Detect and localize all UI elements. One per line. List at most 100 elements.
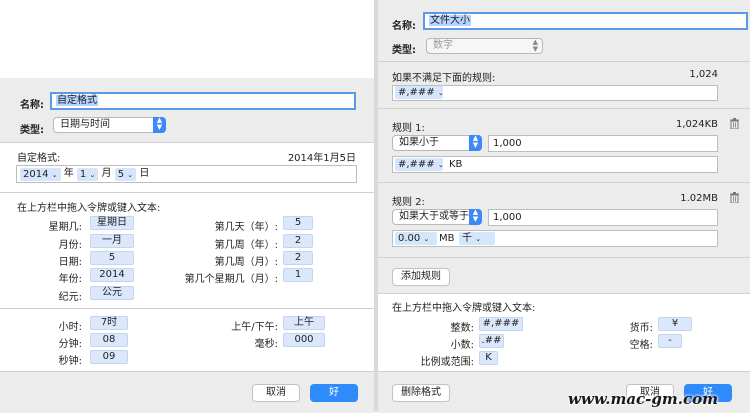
time-tokens-section: 小时: 7时 分钟: 08 秒钟: 09 上午/下午: 上午 毫秒: 000	[0, 309, 374, 371]
left-blank-area	[0, 0, 374, 78]
chevron-updown-icon: ▲ ▼	[532, 38, 538, 53]
format-field[interactable]: 2014 ⌄ 年 1 ⌄ 月 5 ⌄ 日	[16, 165, 357, 183]
token-label: 第几周（月）:	[214, 257, 278, 268]
delete-format-button[interactable]: 删除格式	[392, 384, 450, 402]
type-label: 类型:	[392, 45, 416, 56]
rule1-format-field[interactable]: #,### ⌄ KB	[392, 156, 718, 173]
weekday-of-month-token[interactable]: 1	[283, 268, 313, 282]
token-label: 月份:	[58, 240, 82, 251]
token-label: 年份:	[58, 274, 82, 285]
rule1-preview: 1,024KB	[675, 119, 718, 130]
else-label: 如果不满足下面的规则:	[392, 73, 496, 84]
rule1-condition-popup[interactable]: 如果小于 ▲ ▼	[392, 135, 482, 151]
day-unit: 日	[139, 168, 150, 179]
drag-hint: 在上方栏中拖入令牌或键入文本:	[392, 303, 536, 314]
token-label: 第几天（年）:	[214, 222, 278, 233]
name-field[interactable]: 文件大小	[423, 12, 748, 30]
cancel-button[interactable]: 取消	[252, 384, 300, 402]
divider	[378, 108, 750, 109]
rule1-value: 1,000	[493, 138, 522, 149]
integer-format-token[interactable]: #,### ⌄	[395, 86, 444, 99]
add-rule-button[interactable]: 添加规则	[392, 268, 450, 286]
day-token[interactable]: 5 ⌄	[114, 168, 137, 181]
decimal-format-token[interactable]: 0.00 ⌄	[395, 232, 437, 245]
name-label: 名称:	[392, 21, 416, 32]
rule2-title: 规则 2:	[392, 197, 425, 208]
hour-token[interactable]: 7时	[90, 316, 128, 330]
space-token[interactable]: -	[658, 334, 682, 348]
else-format-field[interactable]: #,### ⌄	[392, 85, 718, 101]
divider	[378, 61, 750, 62]
rule1-title: 规则 1:	[392, 123, 425, 134]
token-label: 第几个星期几（月）:	[184, 274, 278, 285]
chevron-updown-icon: ▲ ▼	[153, 117, 166, 133]
rule2-preview: 1.02MB	[680, 193, 718, 204]
currency-token[interactable]: ¥	[658, 317, 692, 331]
date-tokens-section: 在上方栏中拖入令牌或键入文本: 星期几: 星期日 月份: 一月 日期: 5 年份…	[0, 193, 374, 308]
token-label: 小时:	[58, 322, 82, 333]
name-field[interactable]: 自定格式	[50, 92, 356, 110]
type-label: 类型:	[20, 125, 44, 136]
token-label: 整数:	[450, 323, 474, 334]
token-label: 星期几:	[48, 222, 82, 233]
number-tokens-section: 在上方栏中拖入令牌或键入文本: 整数: #,### 小数: .## 比例或范围:…	[378, 293, 750, 372]
ampm-token[interactable]: 上午	[283, 316, 325, 330]
token-label: 比例或范围:	[420, 357, 474, 368]
rule2-condition-popup[interactable]: 如果大于或等于 ▲ ▼	[392, 209, 482, 225]
minute-token[interactable]: 08	[90, 333, 128, 347]
month-unit: 月	[101, 168, 112, 179]
divider	[378, 257, 750, 258]
token-label: 毫秒:	[254, 339, 278, 350]
rule2-value: 1,000	[493, 212, 522, 223]
year-token[interactable]: 2014 ⌄	[20, 168, 61, 181]
watermark: www.mac-gm.com	[568, 390, 718, 408]
type-popup[interactable]: 日期与时间 ▲ ▼	[53, 117, 166, 133]
name-label: 名称:	[20, 100, 44, 111]
rule1-condition: 如果小于	[399, 137, 439, 148]
token-label: 上午/下午:	[231, 322, 278, 333]
scale-token[interactable]: 千 ⌄	[459, 232, 495, 245]
trash-icon[interactable]	[730, 118, 739, 129]
day-of-year-token[interactable]: 5	[283, 216, 313, 230]
number-format-panel: 名称: 文件大小 类型: 数字 ▲ ▼ 如果不满足下面的规则: 1,024 #,#…	[378, 0, 750, 413]
era-token[interactable]: 公元	[90, 286, 134, 300]
type-value: 日期与时间	[60, 119, 110, 130]
token-label: 第几周（年）:	[214, 240, 278, 251]
format-preview: 2014年1月5日	[287, 153, 356, 164]
weekday-token[interactable]: 星期日	[90, 216, 134, 230]
millisecond-token[interactable]: 000	[283, 333, 325, 347]
day-token[interactable]: 5	[90, 251, 134, 265]
month-token[interactable]: 1 ⌄	[76, 168, 99, 181]
second-token[interactable]: 09	[90, 350, 128, 364]
week-of-year-token[interactable]: 2	[283, 234, 313, 248]
token-label: 分钟:	[58, 339, 82, 350]
integer-format-token[interactable]: #,### ⌄	[395, 158, 444, 171]
left-header-section: 名称: 自定格式 类型: 日期与时间 ▲ ▼	[0, 78, 374, 142]
custom-format-section: 自定格式: 2014年1月5日 2014 ⌄ 年 1 ⌄ 月 5 ⌄ 日	[0, 143, 374, 192]
ok-button[interactable]: 好	[310, 384, 358, 402]
token-label: 秒钟:	[58, 356, 82, 367]
token-label: 小数:	[450, 340, 474, 351]
trash-icon[interactable]	[730, 192, 739, 203]
week-of-month-token[interactable]: 2	[283, 251, 313, 265]
rule2-format-field[interactable]: 0.00 ⌄ MB 千 ⌄	[392, 230, 718, 247]
token-label: 货币:	[629, 323, 653, 334]
else-preview: 1,024	[689, 69, 718, 80]
type-value: 数字	[433, 40, 453, 51]
rule1-value-field[interactable]: 1,000	[488, 135, 718, 152]
rule2-condition: 如果大于或等于	[399, 211, 469, 222]
token-label: 日期:	[58, 257, 82, 268]
left-footer: 取消 好	[0, 371, 374, 413]
rule2-value-field[interactable]: 1,000	[488, 209, 718, 226]
month-token[interactable]: 一月	[90, 234, 134, 248]
integer-token[interactable]: #,###	[479, 317, 523, 331]
decimal-token[interactable]: .##	[479, 334, 504, 348]
scale-token[interactable]: K	[479, 351, 498, 365]
type-popup[interactable]: 数字 ▲ ▼	[426, 38, 543, 54]
chevron-updown-icon: ▲ ▼	[469, 135, 482, 151]
chevron-updown-icon: ▲ ▼	[469, 209, 482, 225]
rule1-suffix: KB	[449, 159, 463, 170]
rule2-unit: MB	[439, 233, 455, 244]
year-token[interactable]: 2014	[90, 268, 134, 282]
date-format-panel: 名称: 自定格式 类型: 日期与时间 ▲ ▼ 自定格式: 2014年1月5日 20…	[0, 0, 374, 413]
